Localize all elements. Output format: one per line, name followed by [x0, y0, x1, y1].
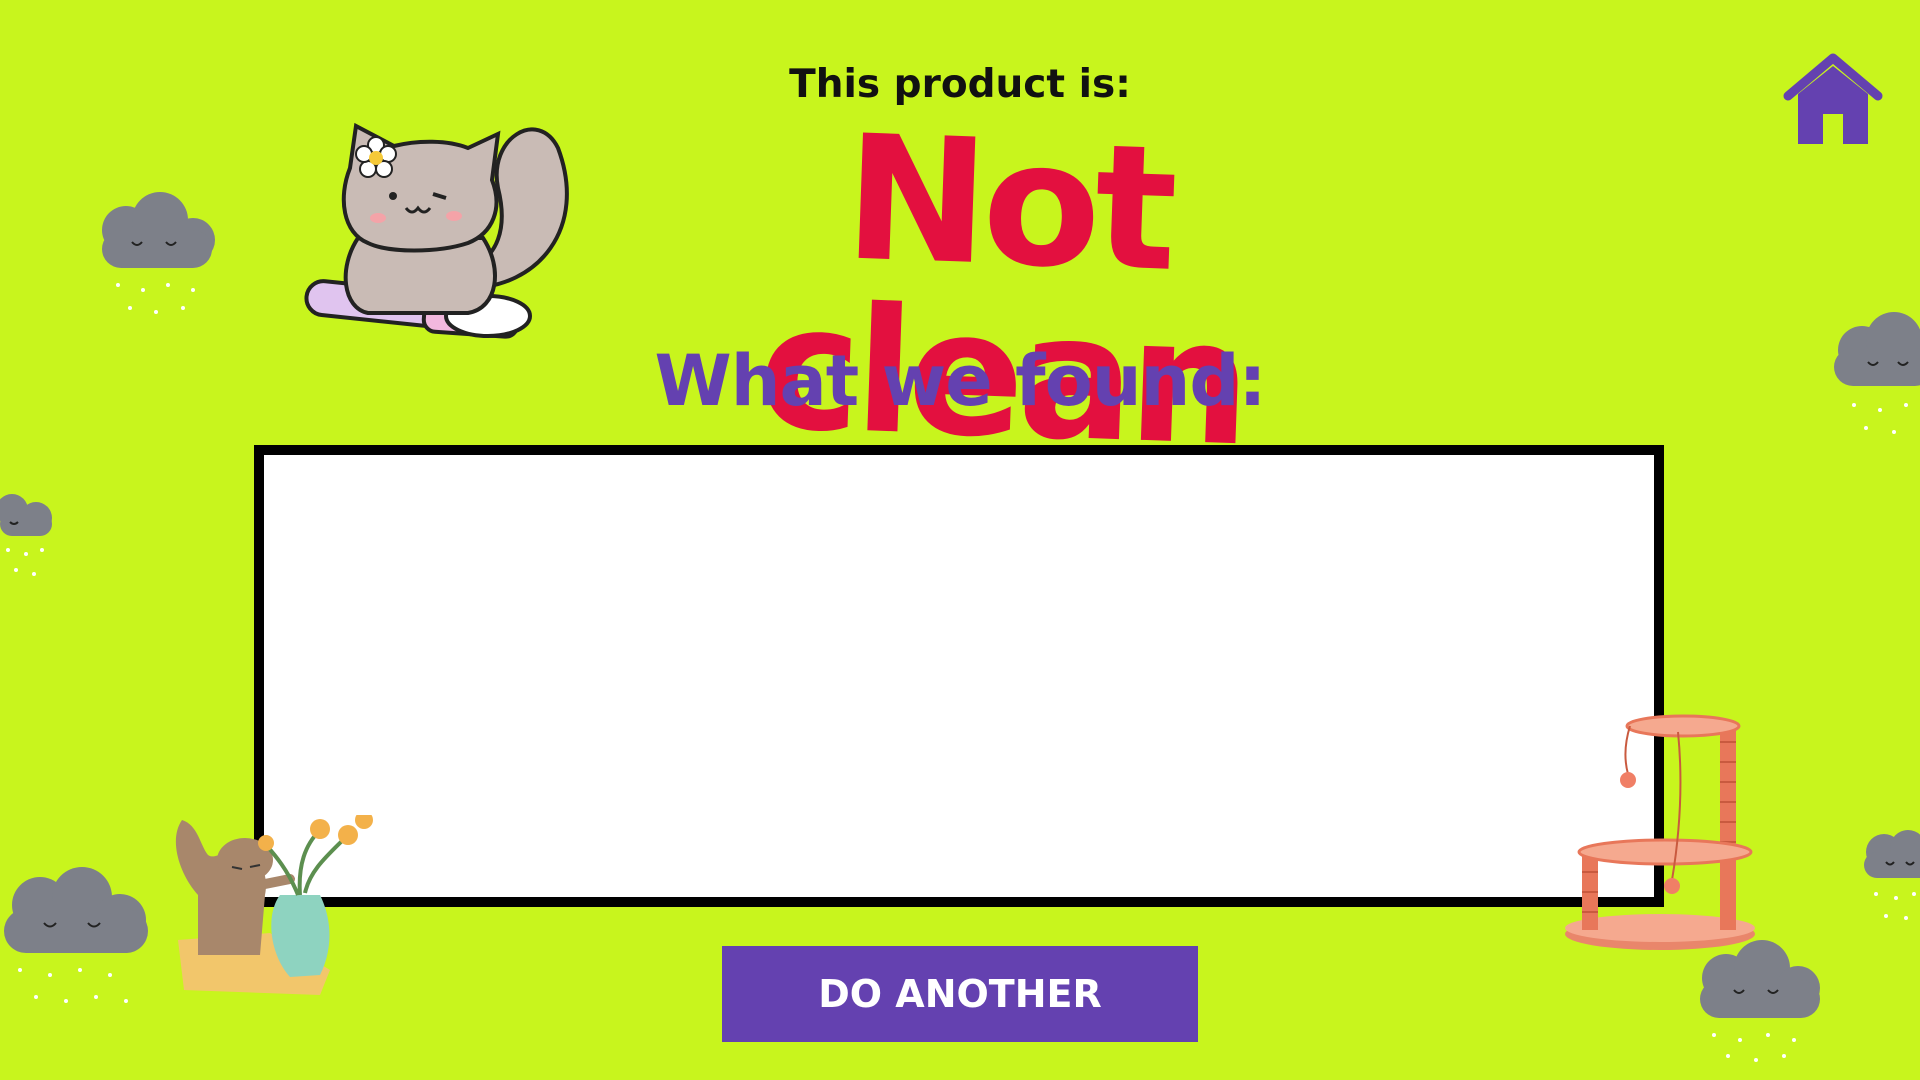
cat-tree-illustration — [1565, 714, 1755, 950]
rain-cloud-icon — [1864, 830, 1920, 920]
cat-on-pen-illustration — [304, 122, 569, 339]
rain-cloud-icon — [1700, 940, 1820, 1062]
cat-with-vase-illustration — [175, 815, 373, 995]
rain-cloud-icon — [102, 192, 215, 314]
results-box — [254, 445, 1664, 907]
subtitle: This product is: — [789, 62, 1131, 107]
do-another-button[interactable]: DO ANOTHER — [722, 946, 1198, 1042]
rain-cloud-icon — [0, 494, 52, 576]
home-icon — [1783, 53, 1883, 144]
home-button[interactable] — [1780, 48, 1886, 148]
section-label: What we found: — [654, 340, 1267, 422]
rain-cloud-icon — [1834, 312, 1920, 434]
rain-cloud-icon — [4, 867, 148, 1003]
